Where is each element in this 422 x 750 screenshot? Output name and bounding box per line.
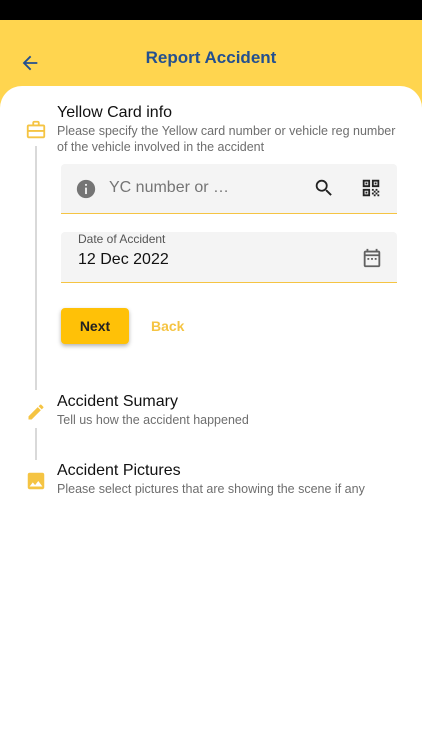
calendar-icon[interactable] xyxy=(361,247,383,269)
step-icon-yellow-card xyxy=(25,119,47,141)
next-button[interactable]: Next xyxy=(61,308,129,344)
step-icon-accident-pictures xyxy=(25,470,47,492)
pencil-icon xyxy=(28,404,44,420)
search-icon[interactable] xyxy=(313,177,335,199)
status-bar xyxy=(0,0,422,20)
accident-date-field[interactable]: Date of Accident 12 Dec 2022 xyxy=(61,232,397,283)
qr-code-icon[interactable] xyxy=(360,177,382,199)
yc-number-field[interactable] xyxy=(61,164,397,214)
step-title-accident-summary: Accident Sumary xyxy=(57,393,178,410)
briefcase-icon xyxy=(26,120,46,139)
step-subtitle-accident-summary: Tell us how the accident happened xyxy=(57,413,249,427)
image-icon xyxy=(27,472,45,490)
step-subtitle-yellow-card: Please specify the Yellow card number or… xyxy=(57,124,396,154)
step-connector-line xyxy=(35,146,37,390)
date-of-accident-value[interactable]: 12 Dec 2022 xyxy=(78,251,169,269)
date-of-accident-label: Date of Accident xyxy=(78,232,166,246)
step-subtitle-accident-pictures: Please select pictures that are showing … xyxy=(57,482,365,496)
step-title-yellow-card: Yellow Card info xyxy=(57,104,173,121)
step-title-accident-pictures: Accident Pictures xyxy=(57,462,181,479)
step-icon-accident-summary xyxy=(25,401,47,423)
back-button[interactable]: Back xyxy=(151,318,184,334)
step-connector-line-2 xyxy=(35,428,37,460)
info-icon xyxy=(76,179,96,199)
yc-number-input[interactable] xyxy=(109,176,299,200)
page-title: Report Accident xyxy=(145,48,277,67)
